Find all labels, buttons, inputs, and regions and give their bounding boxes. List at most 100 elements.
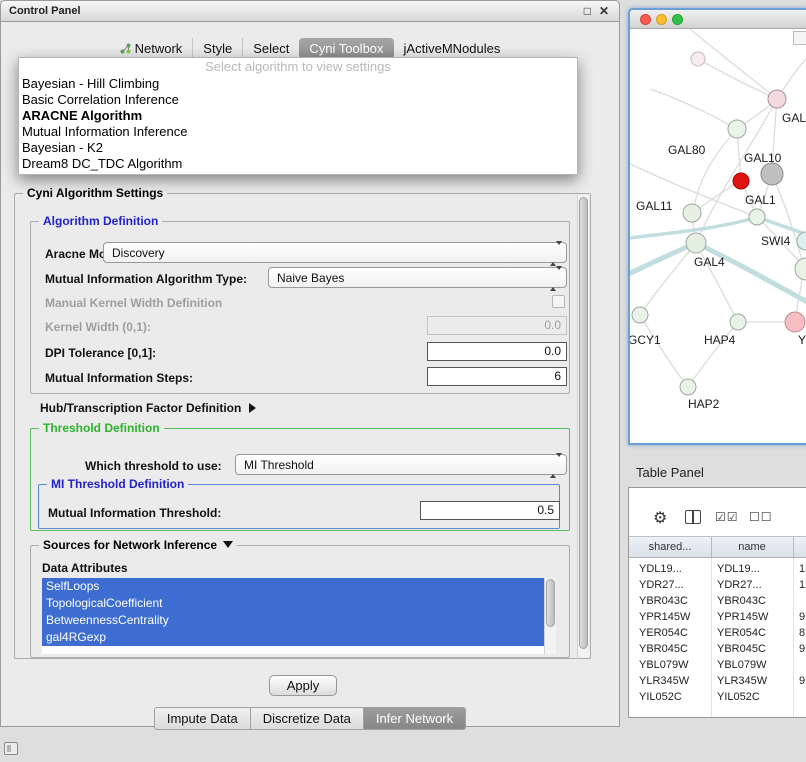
- which-threshold-value: MI Threshold: [244, 458, 314, 472]
- aracne-mode-value: Discovery: [112, 246, 165, 260]
- network-window-titlebar[interactable]: [630, 10, 806, 29]
- sources-group-title: Sources for Network Inference: [43, 538, 217, 552]
- column-header-shared[interactable]: shared...: [629, 541, 711, 553]
- cell-shared-name: YPR145W: [639, 611, 690, 623]
- tab-network[interactable]: Network: [110, 38, 193, 59]
- columns-icon[interactable]: [685, 510, 701, 524]
- table-row[interactable]: YBL079W YBL079W: [629, 658, 806, 674]
- dropdown-item[interactable]: Bayesian - Hill Climbing: [19, 76, 577, 92]
- data-attributes-label: Data Attributes: [42, 561, 128, 575]
- table-row[interactable]: YBR043C YBR043C: [629, 594, 806, 610]
- node-label-y-cut: Y: [798, 333, 806, 347]
- table-row[interactable]: YBR045C YBR045C 9.: [629, 642, 806, 658]
- table-row[interactable]: YLR345W YLR345W 9.: [629, 674, 806, 690]
- gear-icon[interactable]: ⚙: [653, 508, 667, 528]
- panel-toggle-icon[interactable]: [4, 742, 18, 755]
- mi-threshold-group-title: MI Threshold Definition: [47, 477, 188, 491]
- network-node[interactable]: [761, 163, 783, 185]
- window-title: Control Panel: [9, 5, 81, 17]
- mi-algorithm-type-value: Naive Bayes: [277, 271, 344, 285]
- dropdown-placeholder: Select algorithm to view settings: [19, 58, 577, 76]
- settings-scrollbar[interactable]: [577, 195, 589, 657]
- zoom-traffic-icon[interactable]: [672, 14, 683, 25]
- tab-label: jActiveMNodules: [404, 41, 501, 56]
- dropdown-item[interactable]: Mutual Information Inference: [19, 124, 577, 140]
- table-row[interactable]: YPR145W YPR145W 9.: [629, 610, 806, 626]
- attribute-item[interactable]: BetweennessCentrality: [42, 612, 544, 629]
- cell-name: YBR043C: [717, 595, 766, 607]
- table-row[interactable]: YDR27... YDR27... 12: [629, 578, 806, 594]
- node-label-hap4: HAP4: [704, 333, 735, 347]
- network-node[interactable]: [680, 379, 696, 395]
- table-row[interactable]: YER054C YER054C 8.: [629, 626, 806, 642]
- cell-value: 9.: [799, 611, 806, 623]
- mi-threshold-field[interactable]: 0.5: [420, 501, 560, 520]
- which-threshold-select[interactable]: MI Threshold: [235, 454, 567, 475]
- close-window-icon[interactable]: ✕: [599, 4, 609, 18]
- table-row[interactable]: YIL052C YIL052C: [629, 690, 806, 706]
- attribute-item[interactable]: TopologicalCoefficient: [42, 595, 544, 612]
- network-node-selected-red[interactable]: [733, 173, 749, 189]
- tab-infer-network[interactable]: Infer Network: [364, 707, 466, 730]
- network-node[interactable]: [749, 209, 765, 225]
- aracne-mode-select[interactable]: Discovery: [103, 242, 567, 263]
- dropdown-item[interactable]: Basic Correlation Inference: [19, 92, 577, 108]
- manual-kernel-label: Manual Kernel Width Definition: [45, 296, 222, 310]
- mi-threshold-label: Mutual Information Threshold:: [48, 506, 221, 520]
- control-panel-titlebar[interactable]: Control Panel □ ✕: [0, 0, 620, 22]
- close-traffic-icon[interactable]: [640, 14, 651, 25]
- network-node[interactable]: [632, 307, 648, 323]
- algorithm-definition-title: Algorithm Definition: [39, 214, 162, 228]
- table-panel-title: Table Panel: [636, 465, 704, 480]
- mi-algorithm-type-select[interactable]: Naive Bayes: [268, 267, 567, 288]
- kernel-width-field[interactable]: 0.0: [427, 316, 567, 335]
- tab-impute-data[interactable]: Impute Data: [154, 707, 251, 730]
- network-node[interactable]: [730, 314, 746, 330]
- network-node[interactable]: [728, 120, 746, 138]
- column-separator[interactable]: [793, 537, 794, 557]
- dropdown-item[interactable]: Dream8 DC_TDC Algorithm: [19, 156, 577, 172]
- cell-shared-name: YER054C: [639, 627, 688, 639]
- mi-steps-field[interactable]: 6: [427, 367, 567, 386]
- apply-button[interactable]: Apply: [269, 675, 337, 696]
- network-node[interactable]: [683, 204, 701, 222]
- tab-jactivemnodules[interactable]: jActiveMNodules: [394, 38, 511, 59]
- network-node[interactable]: [686, 233, 706, 253]
- algorithm-dropdown-popup: Select algorithm to view settings Bayesi…: [18, 57, 578, 175]
- network-node[interactable]: [785, 312, 805, 332]
- settings-scrollbar-thumb[interactable]: [579, 197, 588, 649]
- network-canvas[interactable]: GAL80 GAL10 GAL11 GAL1 SWI4 GAL4 GCY1 HA…: [630, 29, 806, 443]
- clear-checks-icon[interactable]: ☐☐: [749, 510, 773, 524]
- cyni-bottom-tabbar: Impute Data Discretize Data Infer Networ…: [0, 707, 620, 730]
- desktop: Control Panel □ ✕ Network Style Select C…: [0, 0, 806, 762]
- sources-group-toggle[interactable]: Sources for Network Inference: [39, 538, 237, 552]
- table-row[interactable]: YDL19... YDL19... 13: [629, 562, 806, 578]
- attributes-scrollbar-thumb[interactable]: [546, 579, 555, 627]
- cell-shared-name: YDL19...: [639, 563, 682, 575]
- table-header[interactable]: shared... name: [629, 536, 806, 558]
- column-separator[interactable]: [711, 537, 712, 557]
- attribute-item[interactable]: SelfLoops: [42, 578, 544, 595]
- float-window-icon[interactable]: □: [584, 4, 591, 18]
- select-all-checks-icon[interactable]: ☑☑: [715, 510, 739, 524]
- cell-shared-name: YIL052C: [639, 691, 682, 703]
- network-node[interactable]: [691, 52, 705, 66]
- dropdown-item[interactable]: Bayesian - K2: [19, 140, 577, 156]
- network-node[interactable]: [795, 258, 806, 280]
- attribute-item[interactable]: gal4RGexp: [42, 629, 544, 646]
- kernel-width-label: Kernel Width (0,1):: [45, 320, 151, 334]
- hub-section-toggle[interactable]: Hub/Transcription Factor Definition: [40, 401, 256, 415]
- attributes-scrollbar[interactable]: [544, 578, 556, 654]
- minimize-traffic-icon[interactable]: [656, 14, 667, 25]
- tab-style[interactable]: Style: [192, 38, 242, 59]
- dropdown-item-selected[interactable]: ARACNE Algorithm: [19, 108, 577, 124]
- tab-discretize-data[interactable]: Discretize Data: [251, 707, 364, 730]
- tab-select[interactable]: Select: [242, 38, 299, 59]
- dpi-tolerance-field[interactable]: 0.0: [427, 342, 567, 361]
- cell-name: YBL079W: [717, 659, 767, 671]
- column-header-name[interactable]: name: [711, 541, 793, 553]
- network-scrollbar-corner[interactable]: [793, 31, 806, 45]
- tab-cyni-toolbox[interactable]: Cyni Toolbox: [299, 38, 393, 59]
- manual-kernel-checkbox[interactable]: [552, 295, 565, 308]
- network-node[interactable]: [768, 90, 786, 108]
